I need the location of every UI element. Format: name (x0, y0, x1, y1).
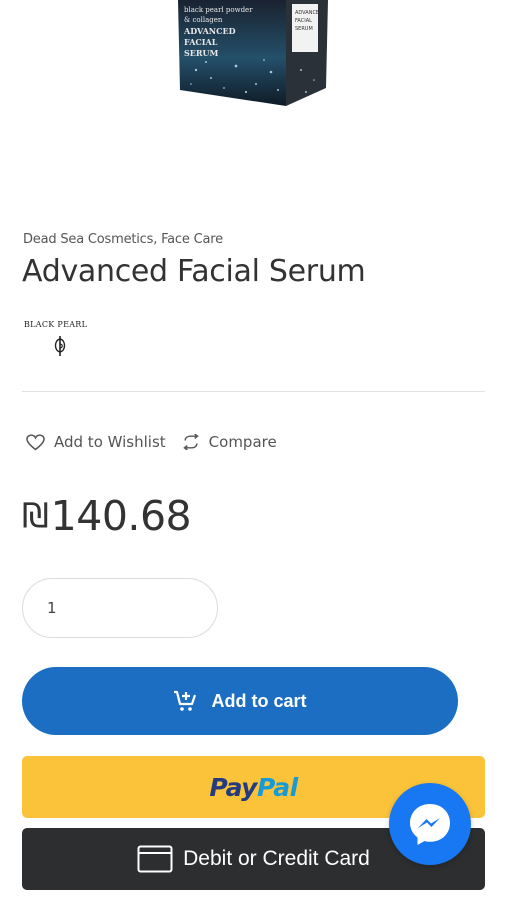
cart-plus-icon (174, 690, 197, 711)
brand-name: BLACK PEARL (24, 320, 88, 329)
box-text-line: SERUM (184, 48, 219, 58)
compare-button[interactable]: Compare (182, 433, 277, 451)
box-side-text: FACIAL (295, 18, 312, 24)
card-icon (137, 845, 173, 873)
price-amount: 140.68 (50, 492, 192, 540)
paypal-logo-pal: Pal (256, 772, 298, 802)
product-price: ₪ 140.68 (22, 492, 192, 540)
product-title: Advanced Facial Serum (22, 254, 366, 289)
product-categories[interactable]: Dead Sea Cosmetics, Face Care (23, 232, 223, 247)
black-pearl-logo-icon (54, 336, 66, 356)
product-image: black pearl powder & collagen ADVANCED F… (178, 0, 328, 106)
card-button-label: Debit or Credit Card (183, 847, 370, 870)
box-side-text: SERUM (295, 26, 313, 32)
box-text-line: FACIAL (184, 37, 218, 47)
heart-icon (26, 433, 45, 450)
box-text-line: black pearl powder (184, 6, 253, 14)
paypal-logo-pay: Pay (209, 772, 257, 802)
divider (22, 391, 485, 392)
compare-label: Compare (208, 433, 277, 451)
add-to-cart-label: Add to cart (211, 690, 307, 711)
box-text-line: & collagen (184, 16, 223, 24)
box-text-line: ADVANCED (183, 26, 236, 36)
box-side-text: ADVANCED (295, 10, 323, 16)
product-actions: Add to Wishlist Compare (26, 433, 277, 451)
messenger-icon (410, 804, 450, 845)
currency-symbol: ₪ (22, 496, 49, 536)
brand-logo[interactable]: BLACK PEARL (24, 320, 98, 364)
quantity-input[interactable] (22, 578, 218, 638)
messenger-chat-button[interactable] (389, 783, 471, 865)
add-to-wishlist-button[interactable]: Add to Wishlist (26, 433, 166, 451)
add-to-cart-button[interactable]: Add to cart (22, 667, 458, 735)
compare-icon (182, 434, 199, 450)
wishlist-label: Add to Wishlist (54, 433, 166, 451)
